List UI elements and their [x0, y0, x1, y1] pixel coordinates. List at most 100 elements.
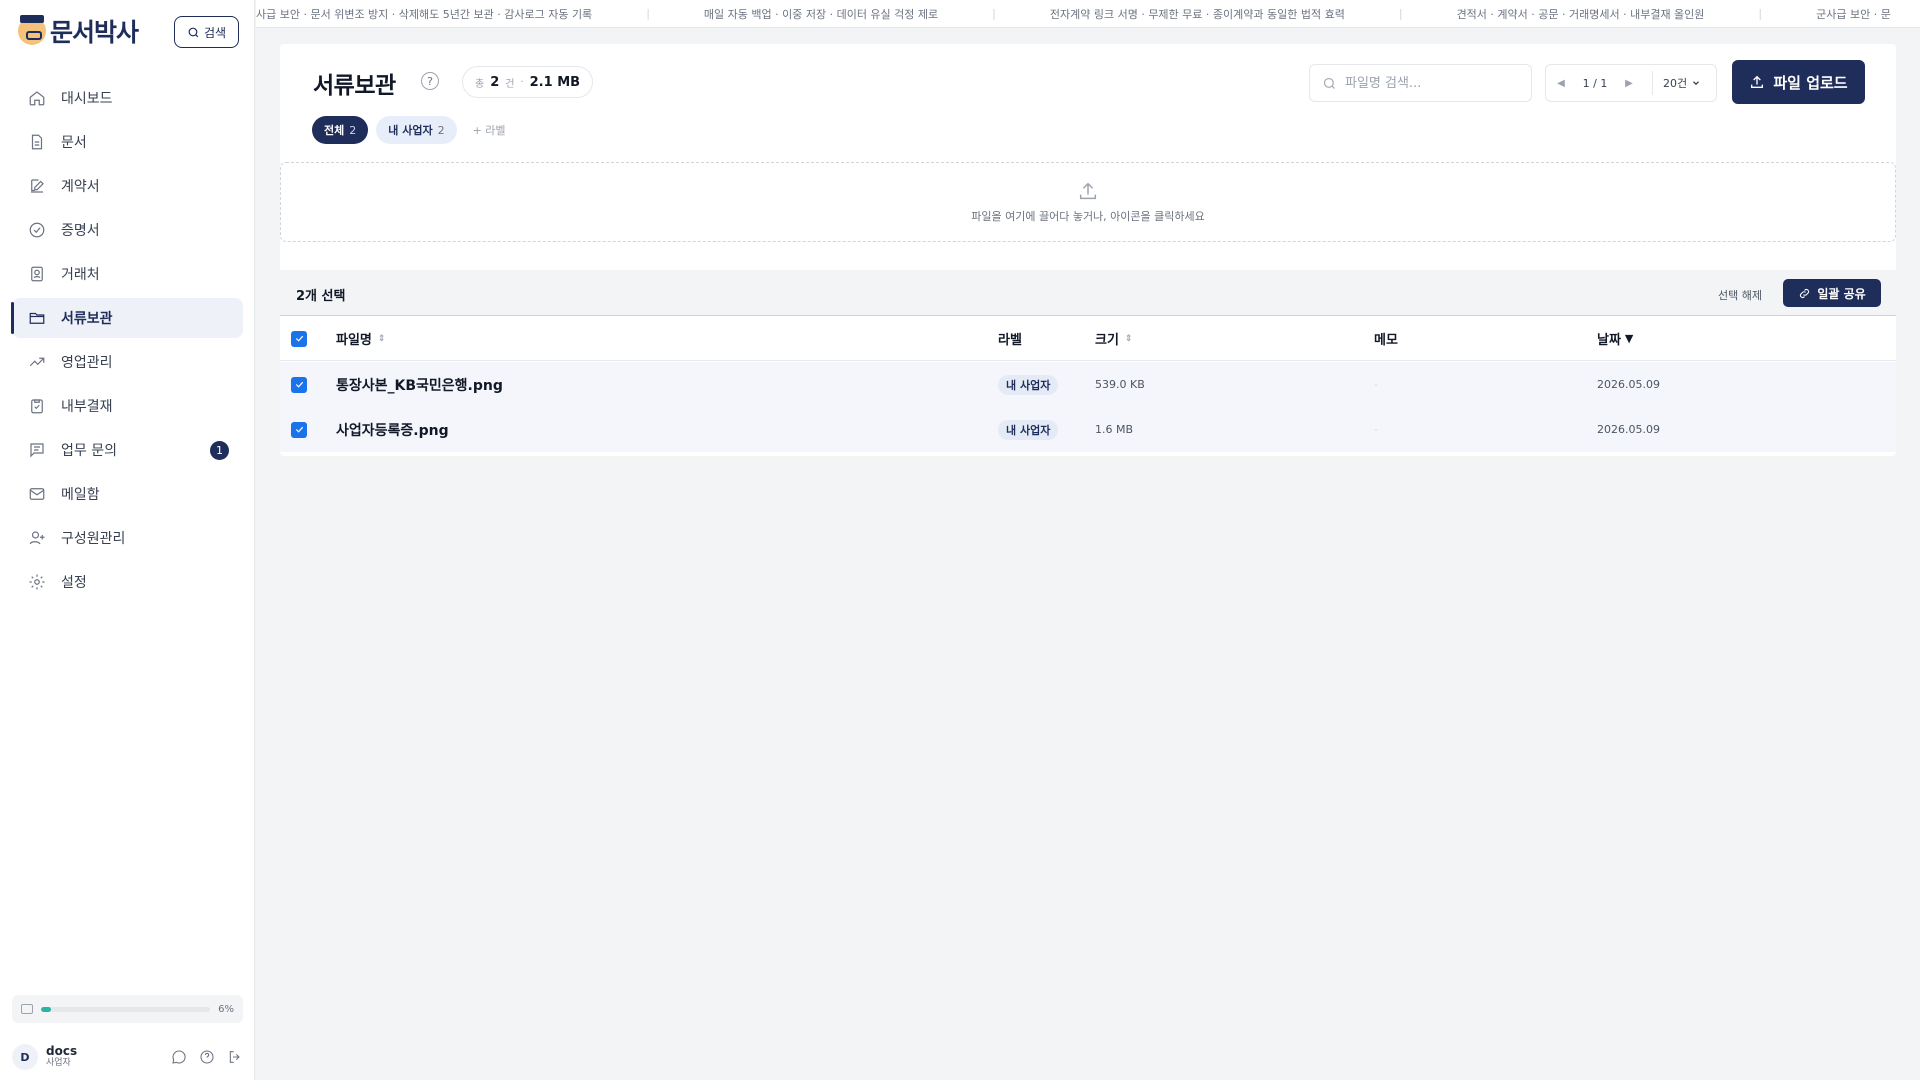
chevron-down-icon [1693, 81, 1700, 86]
sidebar-nav: 대시보드 문서 계약서 증명서 거래처 서류보관 영업관리 내부결재 업무 문의… [11, 78, 243, 606]
logout-icon[interactable] [227, 1049, 243, 1065]
sidebar-item-approval[interactable]: 내부결재 [12, 386, 243, 426]
trend-icon [27, 352, 47, 372]
column-label: 라벨 [998, 333, 1022, 348]
stats-size: 2.1 MB [529, 74, 581, 90]
selection-count: 2개 선택 [296, 289, 346, 304]
sidebar-item-certificates[interactable]: 증명서 [12, 210, 243, 250]
sidebar-item-mail[interactable]: 메일함 [12, 474, 243, 514]
ticker-item: 견적서 · 계약서 · 공문 · 거래명세서 · 내부결재 올인원 [1456, 7, 1705, 21]
notification-badge: 1 [210, 441, 229, 460]
sidebar-item-dashboard[interactable]: 대시보드 [12, 78, 243, 118]
add-label-button[interactable]: + 라벨 [465, 116, 514, 144]
sidebar-item-clients[interactable]: 거래처 [12, 254, 243, 294]
sidebar-item-label: 메일함 [61, 487, 100, 503]
file-name[interactable]: 통장사본_KB국민은행.png [336, 375, 503, 395]
file-name[interactable]: 사업자등록증.png [336, 420, 449, 440]
user-add-icon [27, 528, 47, 548]
contact-icon [27, 264, 47, 284]
message-icon [27, 440, 47, 460]
home-icon [27, 88, 47, 108]
chip-count: 2 [349, 123, 357, 137]
file-memo[interactable]: - [1374, 378, 1378, 391]
sidebar-item-documents[interactable]: 문서 [12, 122, 243, 162]
file-stats: 총 2 건 · 2.1 MB [462, 66, 594, 98]
file-search-input[interactable] [1345, 75, 1515, 91]
dropzone-text: 파일을 여기에 끌어다 놓거나, 아이콘을 클릭하세요 [971, 210, 1205, 223]
chat-icon[interactable] [171, 1049, 187, 1065]
sidebar-item-label: 업무 문의 [61, 443, 117, 459]
announcement-ticker: 사급 보안 · 문서 위변조 방지 · 삭제해도 5년간 보관 · 감사로그 자… [256, 0, 1920, 28]
user-role: 사업자 [46, 1058, 71, 1068]
storage-usage: 6% [12, 995, 243, 1023]
page-size-value: 20건 [1663, 77, 1688, 90]
sidebar-item-label: 문서 [61, 135, 87, 151]
table-row[interactable]: 사업자등록증.png 내 사업자 1.6 MB - 2026.05.09 [280, 407, 1896, 452]
row-checkbox[interactable] [291, 407, 307, 452]
sidebar-item-members[interactable]: 구성원관리 [12, 518, 243, 558]
selection-bar: 2개 선택 선택 해제 일괄 공유 [280, 270, 1896, 316]
column-label: 파일명 [336, 333, 372, 348]
filter-chip-my-business[interactable]: 내 사업자 2 [376, 116, 457, 144]
column-header-date[interactable]: 날짜 ▼ [1597, 316, 1633, 361]
file-memo[interactable]: - [1374, 423, 1378, 436]
file-size: 1.6 MB [1095, 423, 1134, 436]
checkbox-checked [291, 330, 307, 347]
mail-icon [27, 484, 47, 504]
sidebar-item-label: 대시보드 [61, 91, 113, 107]
storage-icon [21, 1004, 33, 1014]
upload-button-label: 파일 업로드 [1773, 73, 1848, 92]
file-dropzone[interactable]: 파일을 여기에 끌어다 놓거나, 아이콘을 클릭하세요 [280, 162, 1896, 242]
check-circle-icon [27, 220, 47, 240]
row-checkbox[interactable] [291, 362, 307, 407]
next-page-button[interactable]: ▶ [1614, 78, 1644, 89]
stats-dot: · [520, 76, 524, 88]
help-icon[interactable]: ? [421, 72, 439, 90]
sidebar-item-inquiry[interactable]: 업무 문의 1 [12, 430, 243, 470]
page-indicator: 1 / 1 [1582, 76, 1608, 90]
search-button[interactable]: 검색 [174, 16, 239, 48]
column-header-size[interactable]: 크기 ⇕ [1095, 316, 1132, 361]
file-date: 2026.05.09 [1597, 378, 1660, 391]
check-icon [295, 335, 303, 342]
sidebar-item-contracts[interactable]: 계약서 [12, 166, 243, 206]
archive-panel: 서류보관 ? 총 2 건 · 2.1 MB 전체 2 내 사업자 2 + 라벨 … [280, 44, 1896, 456]
bulk-share-label: 일괄 공유 [1817, 286, 1866, 301]
brand-logo[interactable]: 문서박사 [18, 14, 139, 48]
filter-chip-all[interactable]: 전체 2 [312, 116, 369, 144]
column-header-memo: 메모 [1374, 316, 1398, 361]
brand-name: 문서박사 [50, 18, 139, 47]
stats-count: 2 [490, 74, 500, 90]
sidebar-item-label: 서류보관 [61, 311, 113, 327]
upload-button[interactable]: 파일 업로드 [1732, 60, 1865, 104]
help-circle-icon[interactable] [199, 1049, 215, 1065]
ticker-item: 전자계약 링크 서명 · 무제한 무료 · 종이계약과 동일한 법적 효력 [1049, 7, 1345, 21]
clear-selection-button[interactable]: 선택 해제 [1718, 287, 1762, 303]
file-size: 539.0 KB [1095, 378, 1145, 391]
table-row[interactable]: 통장사본_KB국민은행.png 내 사업자 539.0 KB - 2026.05… [280, 362, 1896, 407]
label-filter: 전체 2 내 사업자 2 + 라벨 [312, 116, 514, 144]
label-badge: 내 사업자 [998, 419, 1059, 440]
column-label: 날짜 [1597, 333, 1621, 348]
select-all-checkbox[interactable] [291, 316, 307, 361]
page-size-select[interactable]: 20건 [1653, 75, 1701, 91]
sidebar-item-label: 구성원관리 [61, 531, 126, 547]
column-header-name[interactable]: 파일명 ⇕ [336, 316, 385, 361]
gear-icon [27, 572, 47, 592]
sort-icon: ⇕ [377, 333, 386, 344]
sidebar-item-sales[interactable]: 영업관리 [12, 342, 243, 382]
storage-progress-fill [41, 1006, 52, 1012]
sidebar-item-label: 증명서 [61, 223, 100, 239]
checkbox-checked [291, 376, 307, 393]
avatar[interactable]: D [12, 1044, 38, 1070]
column-label: 메모 [1374, 333, 1398, 348]
bulk-share-button[interactable]: 일괄 공유 [1783, 279, 1881, 307]
upload-icon [1751, 75, 1764, 88]
storage-progress [41, 1006, 211, 1012]
prev-page-button[interactable]: ◀ [1546, 78, 1576, 89]
storage-percent: 6% [218, 1003, 234, 1015]
checkbox-checked [291, 421, 307, 438]
sidebar-item-settings[interactable]: 설정 [12, 562, 243, 602]
sidebar-item-archive[interactable]: 서류보관 [11, 298, 243, 338]
folder-icon [27, 308, 47, 328]
